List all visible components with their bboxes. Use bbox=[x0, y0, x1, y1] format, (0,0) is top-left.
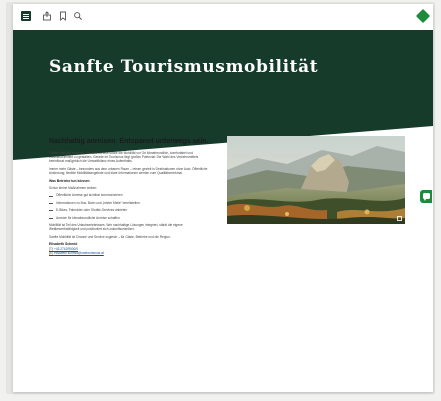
article-paragraph: Immer mehr Gäste – besonders aus dem urb… bbox=[49, 166, 208, 176]
phone-prefix: (T) bbox=[49, 246, 54, 251]
article-paragraph: Sanfte Mobilität ist Chance und Service … bbox=[49, 234, 171, 239]
chat-icon bbox=[422, 193, 430, 201]
email-prefix: (E) bbox=[49, 251, 54, 255]
article-intro: Sanfte Mobilität bedeutet, An- und Abrei… bbox=[49, 150, 199, 164]
mountain-landscape-image bbox=[227, 136, 405, 224]
article-body: Nachhaltig anreisen. Entspannt unterwegs… bbox=[49, 138, 209, 255]
toolbar bbox=[13, 4, 433, 30]
bookmark-icon[interactable] bbox=[58, 11, 68, 21]
article-headline: Nachhaltig anreisen. Entspannt unterwegs… bbox=[49, 138, 209, 145]
list-item: Öffentliche Anreise gut sichtbar kommuni… bbox=[49, 193, 209, 197]
hero-title: Sanfte Tourismusmobilität bbox=[49, 57, 319, 77]
share-icon[interactable] bbox=[42, 11, 52, 21]
landscape-photo[interactable] bbox=[227, 136, 405, 224]
list-item: Informationen zu Bus, Bahn und „letzter … bbox=[49, 201, 209, 205]
contact-email[interactable]: (E) elisabeth.schmid@noetourismus.at bbox=[49, 251, 209, 255]
search-icon[interactable] bbox=[73, 11, 83, 21]
logo-icon[interactable] bbox=[415, 8, 431, 24]
magazine-page: Sanfte Tourismusmobilität Nachhaltig anr… bbox=[13, 4, 433, 392]
list-item: E-Bikes, Fahrräder oder Shuttle-Services… bbox=[49, 208, 209, 212]
email-link[interactable]: elisabeth.schmid@noetourismus.at bbox=[54, 251, 104, 255]
article-paragraph: Mobilität ist Teil des Urlaubserlebnisse… bbox=[49, 222, 183, 232]
phone-link[interactable]: +43 2742/9000/0 bbox=[54, 247, 78, 251]
section-subheading: Was Betriebe tun können bbox=[49, 178, 90, 183]
list-item: Anreize für klimafreundliche Anreise sch… bbox=[49, 216, 209, 220]
chat-button[interactable] bbox=[420, 190, 432, 203]
menu-icon[interactable] bbox=[21, 11, 31, 21]
expand-icon[interactable] bbox=[397, 216, 402, 221]
list-intro: Schon kleine Maßnahmen wirken: bbox=[49, 185, 98, 190]
